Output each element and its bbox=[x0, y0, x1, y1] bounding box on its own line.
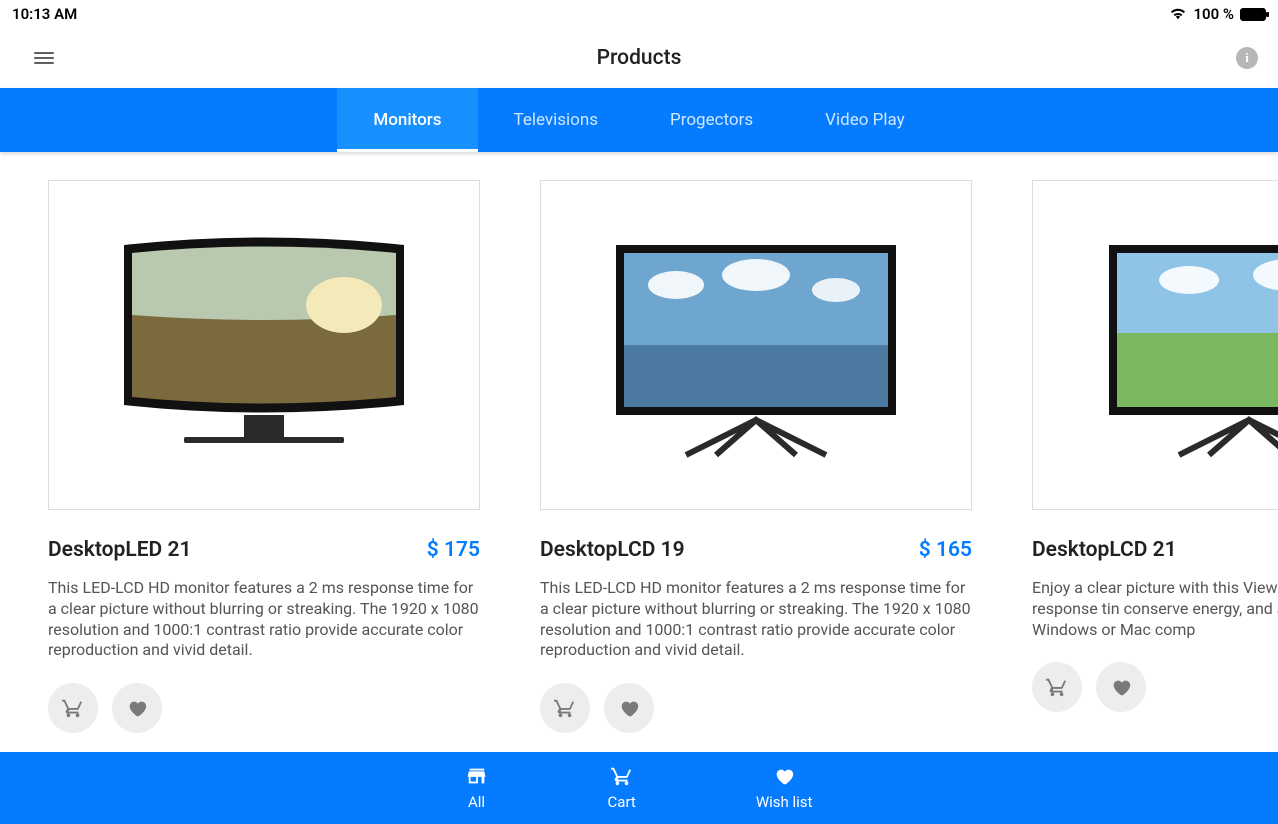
status-right: 100 % bbox=[1169, 5, 1266, 23]
store-icon bbox=[466, 765, 488, 787]
product-price: $ 165 bbox=[919, 538, 972, 562]
add-to-cart-button[interactable] bbox=[1032, 662, 1082, 712]
add-to-cart-button[interactable] bbox=[540, 683, 590, 733]
tab-progectors[interactable]: Progectors bbox=[634, 88, 789, 152]
bottom-nav: All Cart Wish list bbox=[0, 752, 1278, 824]
product-description: This LED-LCD HD monitor features a 2 ms … bbox=[48, 578, 480, 661]
cart-icon bbox=[62, 697, 84, 719]
product-price: $ 175 bbox=[427, 538, 480, 562]
add-to-wishlist-button[interactable] bbox=[112, 683, 162, 733]
product-title: DesktopLCD 19 bbox=[540, 538, 685, 562]
nav-label: Wish list bbox=[756, 793, 813, 811]
cart-icon bbox=[1046, 676, 1068, 698]
tab-label: Progectors bbox=[670, 110, 753, 130]
info-icon: i bbox=[1245, 50, 1249, 66]
heart-icon bbox=[1110, 676, 1132, 698]
product-description: Enjoy a clear picture with this View whi… bbox=[1032, 578, 1278, 640]
status-battery-text: 100 % bbox=[1193, 5, 1234, 23]
nav-cart[interactable]: Cart bbox=[608, 765, 636, 811]
menu-button[interactable] bbox=[20, 34, 68, 82]
status-bar: 10:13 AM 100 % bbox=[0, 0, 1278, 28]
product-description: This LED-LCD HD monitor features a 2 ms … bbox=[540, 578, 972, 661]
nav-label: All bbox=[468, 793, 485, 811]
product-card[interactable]: DesktopLCD 21 Enjoy a clear picture with… bbox=[1032, 180, 1278, 733]
status-time: 10:13 AM bbox=[12, 5, 77, 23]
nav-label: Cart bbox=[608, 793, 636, 811]
heart-icon bbox=[773, 765, 795, 787]
product-title: DesktopLCD 21 bbox=[1032, 538, 1177, 562]
product-card[interactable]: DesktopLCD 19 $ 165 This LED-LCD HD moni… bbox=[540, 180, 972, 733]
product-card[interactable]: DesktopLED 21 $ 175 This LED-LCD HD moni… bbox=[48, 180, 480, 733]
cart-icon bbox=[554, 697, 576, 719]
heart-icon bbox=[126, 697, 148, 719]
tab-label: Video Play bbox=[825, 110, 905, 130]
product-image bbox=[540, 180, 972, 510]
nav-wishlist[interactable]: Wish list bbox=[756, 765, 813, 811]
hamburger-icon bbox=[34, 49, 54, 67]
wifi-icon bbox=[1169, 7, 1187, 21]
product-grid[interactable]: DesktopLED 21 $ 175 This LED-LCD HD moni… bbox=[0, 152, 1278, 733]
page-title: Products bbox=[597, 46, 682, 70]
add-to-wishlist-button[interactable] bbox=[1096, 662, 1146, 712]
category-tabs: Monitors Televisions Progectors Video Pl… bbox=[0, 88, 1278, 152]
product-image bbox=[1032, 180, 1278, 510]
battery-icon bbox=[1240, 8, 1266, 21]
product-image bbox=[48, 180, 480, 510]
tab-label: Televisions bbox=[514, 110, 599, 130]
cart-icon bbox=[611, 765, 633, 787]
tab-televisions[interactable]: Televisions bbox=[478, 88, 635, 152]
tab-monitors[interactable]: Monitors bbox=[337, 88, 477, 152]
tab-video-play[interactable]: Video Play bbox=[789, 88, 941, 152]
heart-icon bbox=[618, 697, 640, 719]
app-bar: Products i bbox=[0, 28, 1278, 88]
product-title: DesktopLED 21 bbox=[48, 538, 191, 562]
tab-label: Monitors bbox=[373, 110, 441, 130]
add-to-cart-button[interactable] bbox=[48, 683, 98, 733]
add-to-wishlist-button[interactable] bbox=[604, 683, 654, 733]
info-button[interactable]: i bbox=[1236, 47, 1258, 69]
nav-all[interactable]: All bbox=[466, 765, 488, 811]
